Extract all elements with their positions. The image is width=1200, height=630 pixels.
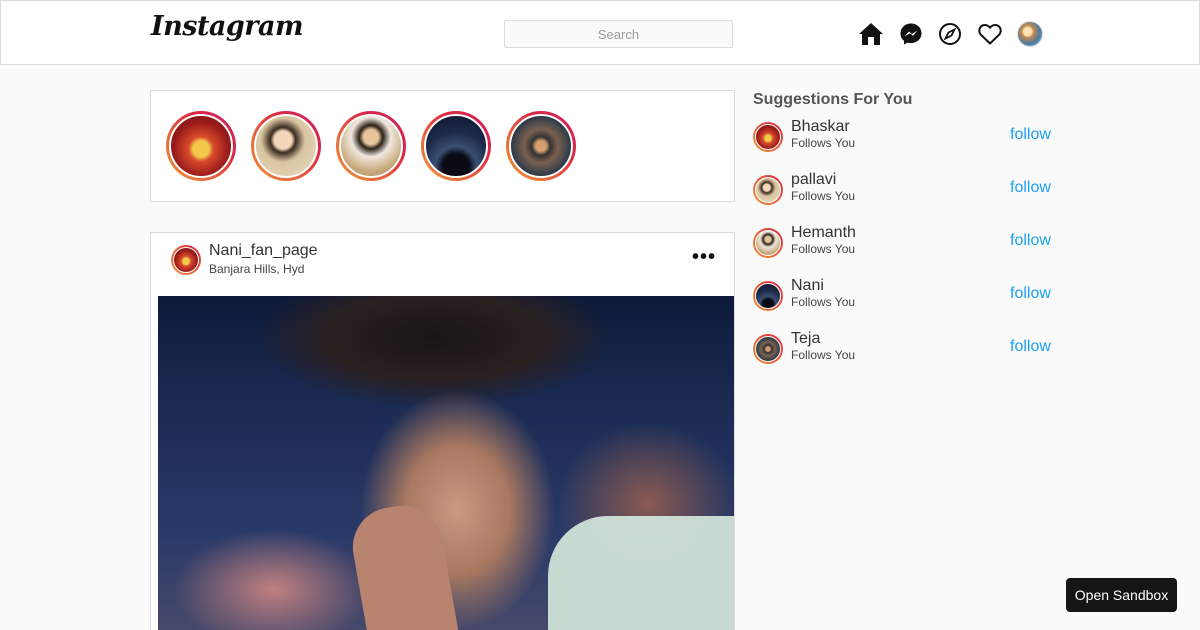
follow-button[interactable]: follow — [1010, 285, 1051, 303]
suggestion-avatar[interactable] — [753, 228, 783, 258]
suggestion-avatar[interactable] — [753, 175, 783, 205]
post-image[interactable] — [158, 296, 734, 630]
suggestion-item: Nani Follows You follow — [753, 277, 1053, 317]
suggestion-name[interactable]: Teja — [791, 330, 820, 348]
story-avatar[interactable] — [251, 111, 321, 181]
messenger-icon[interactable] — [898, 21, 924, 47]
suggestion-name[interactable]: Nani — [791, 277, 824, 295]
post-image-detail — [346, 499, 460, 630]
story-avatar[interactable] — [506, 111, 576, 181]
follow-button[interactable]: follow — [1010, 232, 1051, 250]
search-input[interactable] — [504, 20, 733, 48]
suggestion-name[interactable]: Hemanth — [791, 224, 856, 242]
suggestion-avatar[interactable] — [753, 281, 783, 311]
heart-icon[interactable] — [977, 21, 1003, 47]
follow-button[interactable]: follow — [1010, 126, 1051, 144]
feed-post: Nani_fan_page Banjara Hills, Hyd ••• — [150, 232, 735, 630]
suggestion-item: pallavi Follows You follow — [753, 171, 1053, 211]
suggestion-subtitle: Follows You — [791, 295, 856, 309]
suggestion-avatar[interactable] — [753, 122, 783, 152]
post-username[interactable]: Nani_fan_page — [209, 242, 318, 260]
more-options-icon[interactable]: ••• — [692, 247, 716, 267]
suggestion-subtitle: Follows You — [791, 189, 856, 203]
suggestions-title: Suggestions For You — [753, 91, 913, 108]
suggestion-item: Hemanth Follows You follow — [753, 224, 1053, 264]
home-icon[interactable] — [858, 21, 884, 47]
post-author-avatar[interactable] — [171, 245, 201, 275]
post-location[interactable]: Banjara Hills, Hyd — [209, 262, 304, 276]
story-avatar[interactable] — [421, 111, 491, 181]
post-image-detail — [548, 516, 734, 630]
suggestion-name[interactable]: Bhaskar — [791, 118, 850, 136]
suggestion-item: Bhaskar Follows You follow — [753, 118, 1053, 158]
profile-avatar[interactable] — [1017, 21, 1043, 47]
follow-button[interactable]: follow — [1010, 179, 1051, 197]
follow-button[interactable]: follow — [1010, 338, 1051, 356]
suggestion-subtitle: Follows You — [791, 242, 856, 256]
stories-bar — [150, 90, 735, 202]
instagram-logo[interactable]: Instagram — [151, 11, 304, 42]
suggestion-subtitle: Follows You — [791, 136, 856, 150]
story-avatar[interactable] — [166, 111, 236, 181]
suggestion-avatar[interactable] — [753, 334, 783, 364]
suggestion-subtitle: Follows You — [791, 348, 856, 362]
suggestion-name[interactable]: pallavi — [791, 171, 836, 189]
top-navbar: Instagram — [0, 0, 1200, 65]
open-sandbox-button[interactable]: Open Sandbox — [1066, 578, 1177, 612]
explore-compass-icon[interactable] — [937, 21, 963, 47]
story-avatar[interactable] — [336, 111, 406, 181]
suggestion-item: Teja Follows You follow — [753, 330, 1053, 370]
